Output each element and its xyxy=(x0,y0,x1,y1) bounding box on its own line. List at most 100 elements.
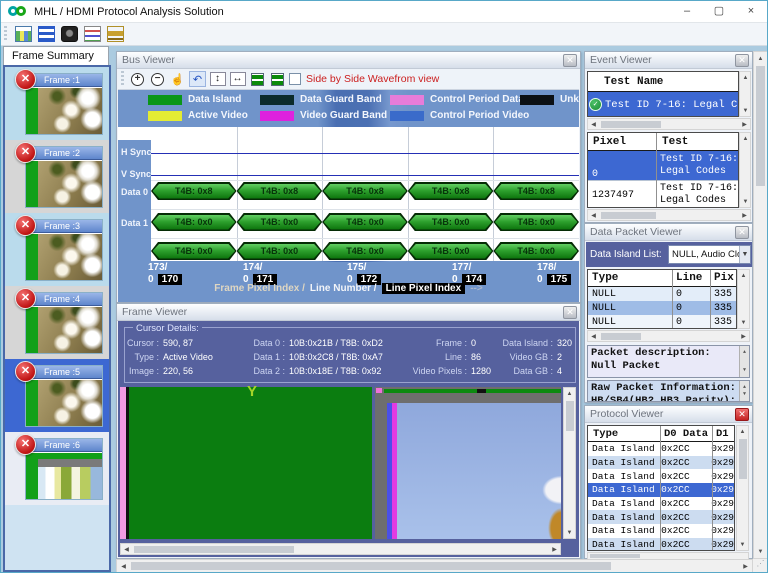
decoded-frame-image[interactable]: Y xyxy=(120,387,372,539)
pixel-test-header: Pixel Test xyxy=(588,133,738,151)
pixel-test-vscrollbar[interactable]: ▲▼ xyxy=(739,132,751,208)
main-toolbar xyxy=(1,23,767,46)
event-viewer-titlebar: Event Viewer ✕ xyxy=(585,52,752,69)
frame-item-6[interactable]: Frame :6 ✕ xyxy=(5,432,109,505)
frame-image-area[interactable]: Y ▲▼ xyxy=(120,387,561,539)
legend-swatch xyxy=(390,111,424,121)
frame-item-2[interactable]: Frame :2 ✕ xyxy=(5,140,109,213)
minimize-button[interactable]: – xyxy=(671,1,703,22)
axis-tick: 174/ 0171 xyxy=(243,262,277,285)
bus-viewer-toolbar: + − ☝ ↶ ↕ ↔ Side by Side Wavefrom view xyxy=(118,69,579,90)
frame-viewer-panel: Frame Viewer ✕ Cursor Details: Cursor :5… xyxy=(116,303,581,559)
t4b-block: T4B: 0x0 xyxy=(151,213,237,231)
protocol-table-vscrollbar[interactable]: ▲▼ xyxy=(736,425,749,551)
undo-icon[interactable]: ↶ xyxy=(189,71,206,87)
test-name-vscrollbar[interactable]: ▲▼ xyxy=(739,71,751,117)
legend-label: Control Period Data xyxy=(430,94,524,105)
frame-viewer-content: Cursor Details: Cursor :590, 87 Data 0 :… xyxy=(118,321,579,557)
report-icon[interactable] xyxy=(84,26,101,42)
close-button[interactable]: × xyxy=(735,1,767,22)
cart-icon[interactable] xyxy=(107,26,124,42)
test-name-row[interactable]: ✓ Test ID 7-16: Legal Codes xyxy=(588,92,738,117)
frame-label: Frame :5 xyxy=(26,366,102,379)
frame-viewer-close-icon[interactable]: ✕ xyxy=(563,306,577,319)
error-x-icon: ✕ xyxy=(15,142,36,163)
protocol-table: Type D0 Data D1 Data Data Island0x2CC0x2… xyxy=(587,425,735,551)
frame-viewer-hscrollbar[interactable]: ◀▶ xyxy=(120,543,561,555)
legend-swatch xyxy=(390,95,424,105)
resize-grip[interactable]: ⋰ xyxy=(753,559,768,573)
maximize-button[interactable]: ▢ xyxy=(703,1,735,22)
bus-viewer-close-icon[interactable]: ✕ xyxy=(563,54,577,67)
packet-row[interactable]: NULL 0 335 xyxy=(588,287,736,301)
grid-large-icon[interactable] xyxy=(269,71,286,87)
data0-label: Data 0 xyxy=(121,187,148,197)
packet-row[interactable]: NULL 0 335 xyxy=(588,301,736,315)
axis-tick: 173/ 0170 xyxy=(148,262,182,285)
packet-table-header: Type Line Pixel xyxy=(588,270,736,287)
fit-vertical-icon[interactable]: ↕ xyxy=(209,71,226,87)
zoom-in-icon[interactable]: + xyxy=(129,71,146,87)
bus-viewer-title: Bus Viewer xyxy=(122,54,175,66)
client-area: Frame Summary Frame :1 ✕ Frame :2 ✕ Fram… xyxy=(1,46,768,573)
fit-horizontal-icon[interactable]: ↔ xyxy=(229,71,246,87)
raw-packet-box[interactable]: Raw Packet Information: HB/SB4(HB2 HB3 P… xyxy=(587,380,750,402)
t4b-block: T4B: 0x0 xyxy=(493,213,579,231)
data-island-list-dropdown[interactable]: NULL, Audio Clock ▼ xyxy=(668,245,751,264)
test-name-table: Test Name ✓ Test ID 7-16: Legal Codes xyxy=(587,71,739,117)
frame-item-1[interactable]: Frame :1 ✕ xyxy=(5,67,109,140)
capture-device-icon[interactable] xyxy=(61,26,78,42)
event-row-selected[interactable]: 0 Test ID 7-16:Legal Codes xyxy=(588,151,738,180)
zoom-out-icon[interactable]: − xyxy=(149,71,166,87)
protocol-viewer-close-icon[interactable]: ✕ xyxy=(735,408,749,421)
binary-data-icon[interactable] xyxy=(38,26,55,42)
waveform-area[interactable]: Data Island Data Guard Band Control Peri… xyxy=(118,90,579,302)
next-frame-image[interactable] xyxy=(375,387,561,539)
packet-description-scrollbar[interactable]: ▲▼ xyxy=(739,346,749,377)
data-packet-viewer-titlebar: Data Packet Viewer ✕ xyxy=(585,224,752,241)
data-packet-viewer-panel: Data Packet Viewer ✕ Data Island List: N… xyxy=(584,223,753,403)
legend-label: Video Guard Band xyxy=(300,110,387,121)
frame-item-3[interactable]: Frame :3 ✕ xyxy=(5,213,109,286)
pixel-test-hscrollbar[interactable]: ◀▶ xyxy=(587,209,751,221)
error-x-icon: ✕ xyxy=(15,288,36,309)
pan-hand-icon[interactable]: ☝ xyxy=(169,71,186,87)
vsync-label: V Sync xyxy=(121,169,151,179)
frame-thumbnail xyxy=(26,87,102,134)
t4b-block: T4B: 0x0 xyxy=(237,213,323,231)
packet-table-hscrollbar[interactable]: ◀▶ xyxy=(587,330,750,342)
raw-packet-scrollbar[interactable]: ▲▼ xyxy=(739,381,749,401)
t4b-block: T4B: 0x0 xyxy=(322,242,408,260)
window-vscrollbar[interactable]: ▲▼ xyxy=(753,51,768,559)
toolbar-grip xyxy=(121,71,124,87)
event-viewer-close-icon[interactable]: ✕ xyxy=(735,54,749,67)
legend-label: Control Period Video xyxy=(430,110,529,121)
packet-table: Type Line Pixel NULL 0 335 NULL 0 335 NU… xyxy=(587,269,737,329)
packet-row[interactable]: NULL 0 335 xyxy=(588,315,736,329)
t4b-block: T4B: 0x8 xyxy=(322,182,408,200)
grid-small-icon[interactable] xyxy=(249,71,266,87)
packet-table-vscrollbar[interactable]: ▲▼ xyxy=(737,269,750,329)
data1-trace: T4B: 0x0 T4B: 0x0 T4B: 0x0 T4B: 0x0 T4B:… xyxy=(151,213,579,231)
axis-tick: 177/ 0174 xyxy=(452,262,486,285)
error-x-icon: ✕ xyxy=(15,215,36,236)
window-hscrollbar[interactable]: ◀▶ xyxy=(116,559,753,573)
legend-swatch xyxy=(520,95,554,105)
packet-description-box[interactable]: Packet description: Null Packet ▲▼ xyxy=(587,345,750,378)
axis-tick: 175/ 0172 xyxy=(347,262,381,285)
event-row[interactable]: 1237497 Test ID 7-16:Legal Codes xyxy=(588,180,738,208)
frame-analyzer-icon[interactable] xyxy=(15,26,32,42)
frame-thumbnail xyxy=(26,306,102,353)
legend-swatch xyxy=(260,95,294,105)
side-by-side-checkbox[interactable] xyxy=(289,73,301,85)
protocol-table-hscrollbar[interactable] xyxy=(587,552,749,559)
hsync-trace xyxy=(151,153,579,154)
frame-viewer-vscrollbar[interactable]: ▲▼ xyxy=(563,387,576,539)
frame-item-5-selected[interactable]: Frame :5 ✕ xyxy=(5,359,109,432)
frame-item-4[interactable]: Frame :4 ✕ xyxy=(5,286,109,359)
test-name-hscrollbar[interactable]: ◀▶ xyxy=(587,118,751,130)
frame-summary-tab[interactable]: Frame Summary xyxy=(3,46,109,65)
data1-label: Data 1 xyxy=(121,218,148,228)
protocol-viewer-title: Protocol Viewer xyxy=(590,408,663,420)
data-packet-viewer-close-icon[interactable]: ✕ xyxy=(735,226,749,239)
